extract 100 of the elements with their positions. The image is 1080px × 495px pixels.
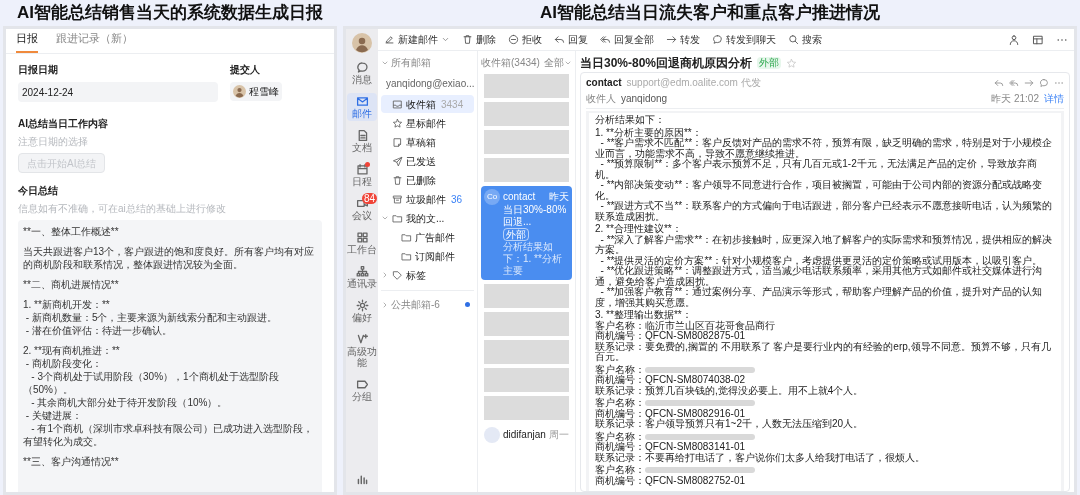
unread-count: 36	[451, 192, 463, 207]
summary-line: 当天共跟进客户13个，客户跟进的饱和度良好。所有客户均有对应的商机阶段和联系情况，整体跟进情况较为全面。	[23, 245, 316, 271]
chat-bubble-icon	[712, 34, 723, 45]
toolbar-button[interactable]: 转发到聊天	[712, 32, 776, 47]
nav-item[interactable]: 偏好	[347, 297, 377, 325]
folder-item[interactable]: 标签	[381, 266, 474, 284]
sparkle-icon	[355, 333, 369, 346]
field-value: 临沂市兰山区百花哥食品商行	[645, 320, 775, 331]
body-line: 商机编号：QFCN-SM8082752-01	[595, 475, 747, 486]
message-preview: 分析结果如下：1. **分析主要	[503, 241, 563, 277]
list-heading: 收件箱(3434)	[481, 56, 540, 70]
reply-all-icon	[600, 34, 611, 45]
recipient-name: yanqidong	[621, 92, 668, 106]
note-icon	[392, 136, 403, 148]
field-label: 客户名称：	[595, 364, 645, 375]
summary-line: - 其余商机大部分处于待开发阶段（10%）。	[30, 396, 229, 409]
tag-badge: 外部	[757, 57, 782, 69]
folder-item[interactable]: 公共邮箱-6	[381, 297, 474, 312]
folder-item[interactable]: 订阅邮件	[381, 247, 474, 265]
summary-line: - 商机阶段变化：	[24, 357, 103, 370]
toolbar-button[interactable]: 搜索	[788, 32, 822, 47]
folder-item[interactable]: 草稿箱	[381, 133, 474, 151]
body-line: - **跟进方式不当**：联系客户的方式偏向于电话跟进，部分客户已经表示不愿意接听电话，认为频繁的联系造成困扰。	[595, 201, 1054, 222]
nav-item[interactable]: 日程	[347, 161, 377, 189]
summary-line: - 新商机数量：5个，主要来源为新线索分配和主动跟进。	[24, 311, 279, 324]
archive-box-icon	[392, 193, 403, 205]
folder-item[interactable]: 已删除	[381, 171, 474, 189]
person-icon	[1008, 33, 1020, 46]
toolbar-button[interactable]: 回复全部	[600, 32, 654, 47]
folder-icon	[392, 212, 403, 224]
pencil-icon	[384, 34, 395, 45]
body-line: 联系记录：客户领导预算只有1~2千，人数无法压缩到20人。	[595, 419, 865, 430]
nav-item[interactable]: 邮件	[347, 93, 377, 121]
nav-item[interactable]: 高级功能	[347, 331, 377, 370]
reply-icon	[994, 77, 1004, 88]
avatar-icon	[484, 427, 500, 443]
sender-name: contact	[586, 76, 622, 90]
chat-bubble-icon	[355, 61, 369, 74]
folder-item[interactable]: 已发送	[381, 152, 474, 170]
tag-icon	[392, 269, 403, 281]
folder-item[interactable]: 我的文...	[381, 209, 474, 227]
body-line: 联系记录：不要再给打电话了，客户说你们太多人给我打电话了，很烦人。	[595, 452, 926, 463]
section-label: 今日总结	[18, 184, 59, 198]
toolbar-button[interactable]: 转发	[666, 32, 700, 47]
hint-text: 注意日期的选择	[18, 135, 89, 149]
body-line: - **加强客户教育**：通过案例分享、产品演示等形式，帮助客户理解产品的价值，提升对产品的认知度，增强其购买意愿。	[595, 287, 1044, 308]
nav-item[interactable]: 会议 84	[347, 195, 377, 223]
nav-item[interactable]: 消息	[347, 59, 377, 87]
chat-bubble-icon	[1039, 77, 1049, 88]
filter-dropdown[interactable]: 全部	[544, 55, 572, 70]
reply-icon	[554, 34, 565, 45]
search-icon	[788, 34, 799, 45]
body-line: 3. **整理输出数据**：	[595, 310, 693, 321]
tab[interactable]: 跟进记录（新）	[56, 29, 133, 53]
toolbar-button[interactable]: 新建邮件	[384, 32, 450, 47]
toolbar-button[interactable]: 拒收	[508, 32, 542, 47]
body-line: 商机编号：QFCN-SM8082916-01	[595, 408, 746, 419]
inbox-icon	[392, 98, 403, 110]
body-line: - **深入了解客户需求**：在初步接触时，应更深入地了解客户的实际需求和预算情况，提供相应的解决方案。	[595, 234, 1054, 255]
summary-line: **二、商机进展情况**	[23, 278, 120, 291]
summary-line: **三、客户沟通情况**	[23, 455, 120, 468]
body-line: - **内部决策变动**：客户领导不同意进行合作，项目被搁置，可能由于公司内部的资源分配或战略变化。	[595, 180, 1044, 201]
layout-icon	[1032, 33, 1044, 46]
sender-name: didifanjan	[503, 428, 546, 442]
reply-all-icon	[1009, 77, 1019, 88]
toolbar-button[interactable]: 删除	[462, 32, 496, 47]
star-icon	[392, 117, 403, 129]
tab[interactable]: 日报	[16, 29, 38, 53]
grid-icon	[355, 231, 369, 244]
body-line: 商机编号：QFCN-SM8074038-02	[595, 375, 747, 386]
field-label: 客户名称：	[595, 431, 645, 442]
date-field[interactable]: 2024-12-24	[18, 82, 218, 102]
field-label: 提交人	[230, 63, 260, 77]
avatar-icon	[352, 33, 372, 53]
toolbar-button[interactable]: 回复	[554, 32, 588, 47]
body-line: - **客户需求不匹配**：客户反馈对产品的需求不符，预算有限，缺乏明确的需求，特别是对于小规模企业而言，功能需求不高，导致不愿意继续推进。	[595, 138, 1054, 159]
body-line: 分析结果如下：	[595, 115, 666, 126]
summary-text-area[interactable]	[18, 220, 322, 492]
nav-item[interactable]: 工作台	[347, 229, 377, 257]
panel-heading: AI智能总结销售当天的系统数据生成日报	[16, 2, 324, 25]
body-line: 2. **合理性建议**：	[595, 224, 683, 234]
user-name: 程雪峰	[249, 85, 279, 99]
gear-icon	[355, 299, 369, 312]
field-label: 客户名称：	[595, 398, 645, 409]
nav-item[interactable]: 文档	[347, 127, 377, 155]
nav-item[interactable]: 分组	[347, 376, 377, 404]
body-line: - **优化跟进策略**：调整跟进方式，适当减少电话联系频率，采用其他方式如邮件或社交媒体进行沟通，避免给客户造成困扰。	[595, 266, 1044, 287]
unread-count: 3434	[441, 97, 464, 112]
folder-item[interactable]: 垃圾邮件 36	[381, 190, 474, 208]
folder-item[interactable]: 收件箱 3434	[381, 95, 474, 113]
nav-item[interactable]: 通讯录	[347, 263, 377, 291]
folder-item[interactable]: 星标邮件	[381, 114, 474, 132]
folder-item[interactable]: 广告邮件	[381, 228, 474, 246]
summary-line: - 3个商机处于试用阶段（30%），1个商机处于选型阶段（50%）。	[23, 370, 280, 396]
label-icon	[355, 378, 369, 391]
trash-icon	[462, 34, 473, 45]
body-line: 商机编号：QFCN-SM8082875-01	[595, 331, 746, 342]
forward-icon	[1024, 77, 1034, 88]
details-link[interactable]: 详情	[1044, 91, 1064, 106]
folder-icon	[401, 250, 412, 262]
